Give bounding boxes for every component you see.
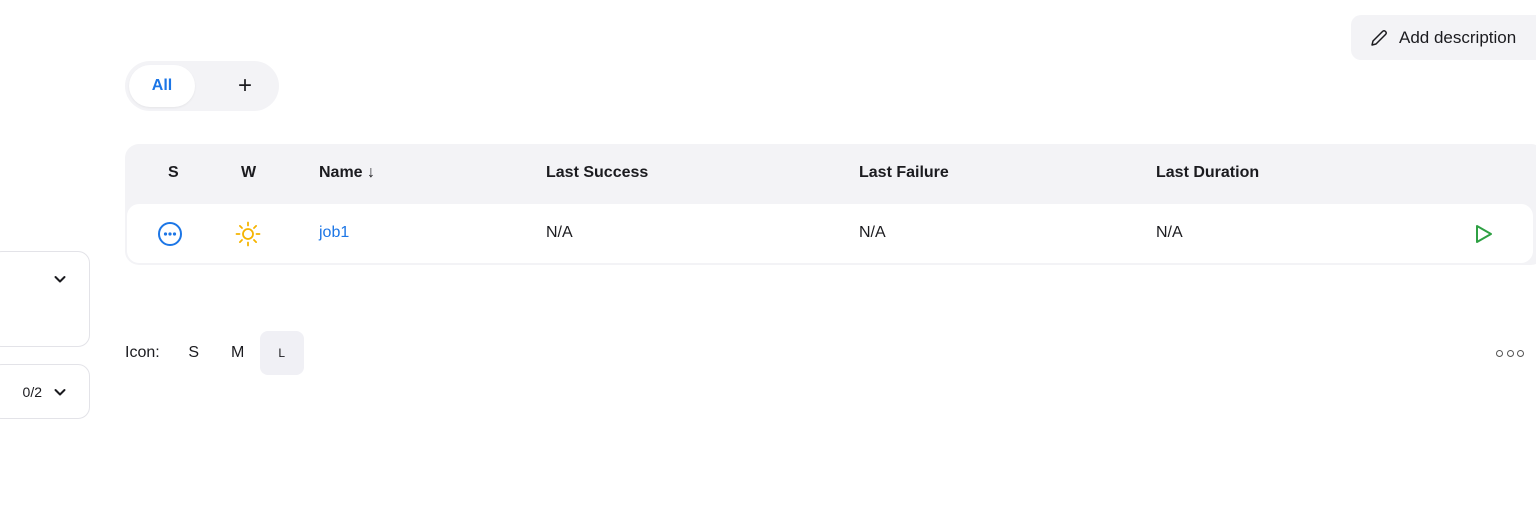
icon-size-selector: Icon: S M L	[125, 331, 304, 375]
add-view-button[interactable]: +	[223, 65, 267, 107]
job-name-link[interactable]: job1	[319, 224, 349, 242]
icon-size-large[interactable]: L	[259, 331, 304, 375]
jobs-table: S W Name ↓ Last Success Last Failure Las…	[125, 144, 1536, 265]
table-header: S W Name ↓ Last Success Last Failure Las…	[125, 144, 1536, 202]
in-progress-icon[interactable]	[157, 221, 183, 247]
add-description-label: Add description	[1399, 27, 1517, 47]
column-last-duration[interactable]: Last Duration	[1156, 164, 1259, 182]
sunny-icon[interactable]	[234, 220, 262, 248]
table-row: job1 N/A N/A N/A	[127, 204, 1533, 263]
icon-size-medium[interactable]: M	[216, 331, 260, 375]
column-last-success[interactable]: Last Success	[546, 164, 648, 182]
column-weather[interactable]: W	[241, 164, 256, 182]
plus-icon: +	[237, 72, 252, 99]
pencil-icon	[1369, 28, 1389, 48]
icon-size-small[interactable]: S	[172, 331, 216, 375]
icon-size-label: Icon:	[125, 344, 160, 361]
last-success-value: N/A	[546, 224, 573, 241]
tab-all[interactable]: All	[129, 65, 195, 107]
legend-more-icon[interactable]	[1496, 346, 1524, 360]
chevron-down-icon[interactable]	[53, 385, 67, 399]
last-failure-value: N/A	[859, 224, 886, 241]
add-description-button[interactable]: Add description	[1351, 15, 1536, 60]
dashboard-page: 0/2 Add description All + S W Name ↓ Las…	[0, 0, 1536, 508]
column-last-failure[interactable]: Last Failure	[859, 164, 949, 182]
column-name[interactable]: Name ↓	[319, 164, 375, 182]
executor-count: 0/2	[22, 384, 42, 400]
build-now-play-icon[interactable]	[1471, 222, 1495, 246]
build-queue-panel	[0, 251, 90, 347]
chevron-down-icon[interactable]	[53, 272, 67, 286]
build-executor-panel: 0/2	[0, 364, 90, 419]
column-status[interactable]: S	[168, 164, 179, 182]
last-duration-value: N/A	[1156, 224, 1183, 241]
view-tabs: All +	[125, 61, 279, 111]
